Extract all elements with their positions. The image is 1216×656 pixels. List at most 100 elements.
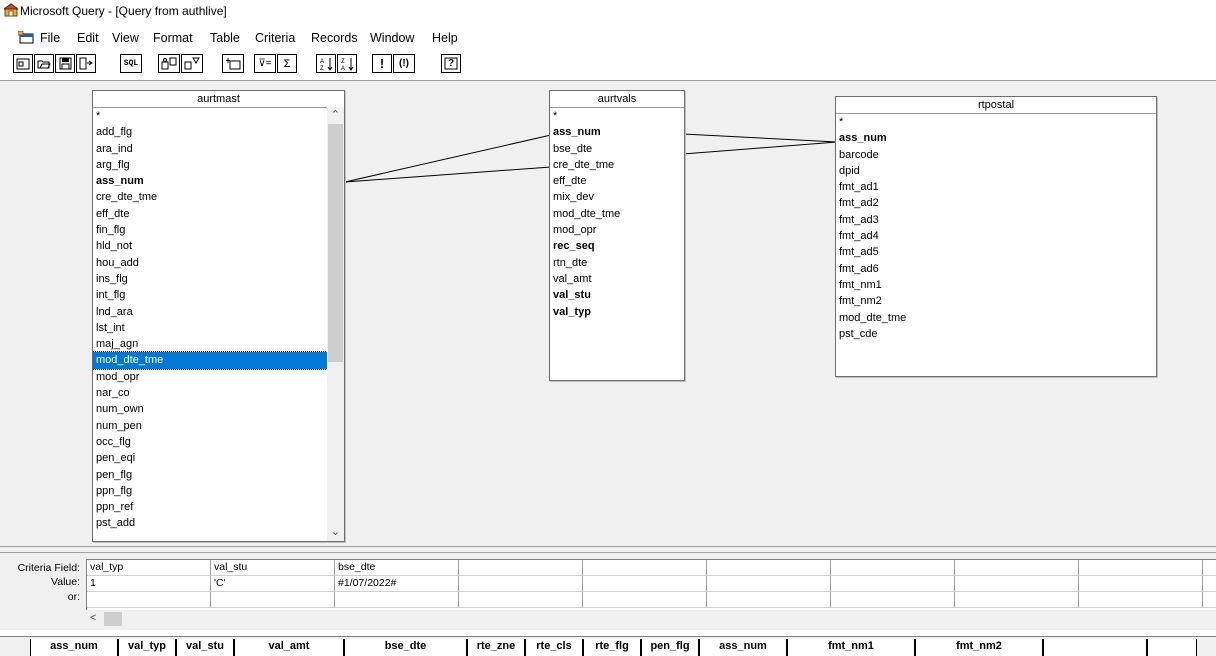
criteria-cell-fields[interactable]: bse_dte [335, 560, 459, 576]
document-window-icon[interactable] [18, 31, 34, 44]
menu-records[interactable]: Records [311, 31, 358, 45]
scroll-up-icon[interactable]: ⌃ [327, 107, 344, 124]
field-item[interactable]: fmt_ad6 [836, 261, 1156, 277]
field-item[interactable]: val_stu [550, 287, 684, 303]
show-criteria-button[interactable] [181, 54, 203, 73]
criteria-cell-values[interactable] [831, 576, 955, 592]
table-rtpostal[interactable]: rtpostal * ass_num barcode dpid fmt_ad1 fmt_a… [835, 96, 1157, 377]
menu-edit[interactable]: Edit [77, 31, 99, 45]
field-item[interactable]: rec_seq [550, 238, 684, 254]
result-column-header[interactable]: bse_dte [344, 639, 467, 656]
field-item[interactable]: mix_dev [550, 189, 684, 205]
criteria-cell-values[interactable] [583, 576, 707, 592]
sort-descending-button[interactable]: ZA [337, 54, 357, 73]
criteria-cell-or-values[interactable] [583, 592, 707, 608]
field-item[interactable]: fmt_ad3 [836, 212, 1156, 228]
sort-ascending-button[interactable]: AZ [316, 54, 336, 73]
field-item[interactable]: ass_num [93, 173, 327, 189]
criteria-cell-fields[interactable] [955, 560, 1079, 576]
result-column-header[interactable]: fmt_nm1 [787, 639, 915, 656]
result-column-header[interactable]: val_stu [176, 639, 234, 656]
field-item[interactable]: fmt_ad4 [836, 228, 1156, 244]
save-query-button[interactable] [55, 54, 75, 73]
table-aurtmast[interactable]: aurtmast * add_flg ara_ind arg_flg ass_num cr… [92, 90, 345, 542]
new-query-button[interactable] [13, 54, 33, 73]
criteria-cell-fields[interactable]: val_typ [87, 560, 211, 576]
field-item[interactable]: fmt_ad5 [836, 244, 1156, 260]
field-item[interactable]: fmt_ad2 [836, 195, 1156, 211]
add-tables-button[interactable] [222, 54, 244, 73]
field-item[interactable]: add_flg [93, 124, 327, 140]
result-column-header[interactable]: rte_cls [525, 639, 583, 656]
field-item[interactable]: fmt_nm1 [836, 277, 1156, 293]
result-column-header[interactable]: ass_num [699, 639, 787, 656]
criteria-cell-or-values[interactable] [87, 592, 211, 608]
table-aurtvals[interactable]: aurtvals * ass_num bse_dte cre_dte_tme eff_d… [549, 90, 685, 381]
table-title-rtpostal[interactable]: rtpostal [836, 97, 1156, 114]
field-item[interactable]: dpid [836, 163, 1156, 179]
menu-criteria[interactable]: Criteria [255, 31, 295, 45]
criteria-cell-fields[interactable] [1079, 560, 1203, 576]
vertical-scrollbar[interactable]: ⌃ ⌄ [327, 107, 344, 541]
field-item[interactable]: num_own [93, 401, 327, 417]
menu-window[interactable]: Window [370, 31, 414, 45]
field-item[interactable]: * [93, 108, 327, 124]
field-item[interactable]: mod_opr [93, 369, 327, 385]
field-item[interactable]: fmt_nm2 [836, 293, 1156, 309]
field-item[interactable]: pst_cde [836, 326, 1156, 342]
field-item[interactable]: mod_dte_tme [93, 351, 328, 370]
field-item[interactable]: lnd_ara [93, 304, 327, 320]
help-button[interactable]: ? [441, 54, 461, 73]
field-item[interactable]: ara_ind [93, 141, 327, 157]
return-data-button[interactable] [76, 54, 96, 73]
criteria-cell-fields[interactable] [459, 560, 583, 576]
field-item[interactable]: fin_flg [93, 222, 327, 238]
field-item[interactable]: ass_num [836, 130, 1156, 146]
result-column-header[interactable]: ass_num [30, 639, 118, 656]
field-item[interactable]: hld_not [93, 238, 327, 254]
result-column-header[interactable]: fmt_nm2 [915, 639, 1043, 656]
criteria-cell-values[interactable]: 'C' [211, 576, 335, 592]
show-tables-button[interactable] [158, 54, 180, 73]
field-item[interactable]: eff_dte [550, 173, 684, 189]
field-item[interactable]: num_pen [93, 418, 327, 434]
field-item[interactable]: pst_add [93, 515, 327, 531]
field-item[interactable]: mod_dte_tme [836, 310, 1156, 326]
field-item[interactable]: cre_dte_tme [93, 189, 327, 205]
field-item[interactable]: * [836, 114, 1156, 130]
menu-table[interactable]: Table [210, 31, 240, 45]
scroll-thumb[interactable] [104, 612, 122, 626]
field-item[interactable]: pen_flg [93, 467, 327, 483]
menu-help[interactable]: Help [432, 31, 458, 45]
field-item[interactable]: ppn_flg [93, 483, 327, 499]
criteria-cell-values[interactable] [955, 576, 1079, 592]
criteria-cell-or-values[interactable] [211, 592, 335, 608]
scroll-left-icon[interactable]: < [90, 612, 96, 624]
field-item[interactable]: val_typ [550, 304, 684, 320]
field-item[interactable]: rtn_dte [550, 255, 684, 271]
field-item[interactable]: nar_co [93, 385, 327, 401]
criteria-cell-values[interactable] [459, 576, 583, 592]
criteria-cell-values[interactable] [1203, 576, 1216, 592]
result-column-header[interactable]: val_typ [118, 639, 176, 656]
result-column-header[interactable] [1147, 639, 1197, 656]
criteria-cell-or-values[interactable] [335, 592, 459, 608]
field-item[interactable]: hou_add [93, 255, 327, 271]
open-query-button[interactable] [34, 54, 54, 73]
criteria-cell-values[interactable]: #1/07/2022# [335, 576, 459, 592]
criteria-cell-fields[interactable] [1203, 560, 1216, 576]
scroll-thumb[interactable] [328, 124, 343, 362]
field-item[interactable]: fmt_ad1 [836, 179, 1156, 195]
field-item[interactable]: ins_flg [93, 271, 327, 287]
field-item[interactable]: ppn_ref [93, 499, 327, 515]
criteria-cell-or-values[interactable] [707, 592, 831, 608]
result-column-header[interactable]: rte_flg [583, 639, 641, 656]
menu-file[interactable]: File [40, 31, 60, 45]
result-column-header[interactable]: val_amt [234, 639, 344, 656]
field-item[interactable]: * [550, 108, 684, 124]
field-item[interactable]: mod_dte_tme [550, 206, 684, 222]
pane-splitter[interactable] [0, 546, 1216, 553]
auto-query-button[interactable]: (!) [393, 54, 415, 73]
criteria-cell-values[interactable] [707, 576, 831, 592]
result-column-header[interactable] [1043, 639, 1147, 656]
